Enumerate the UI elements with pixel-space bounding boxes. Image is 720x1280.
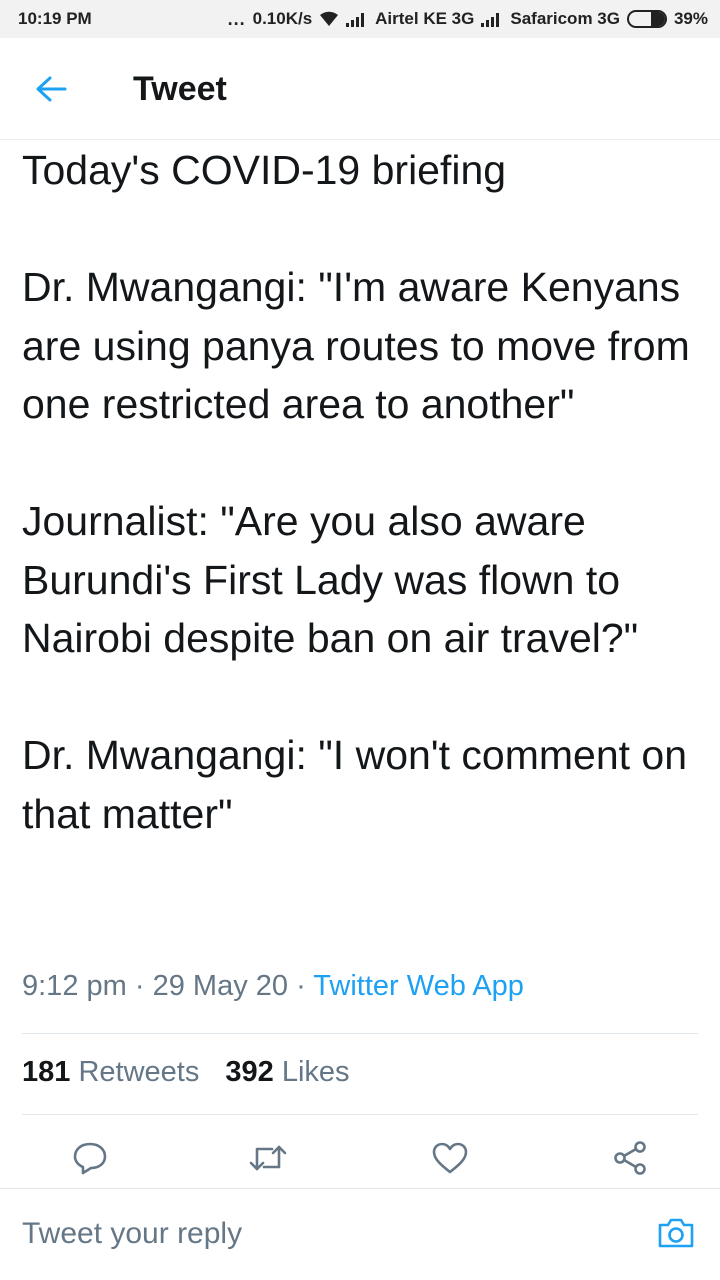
tweet-paragraph: Dr. Mwangangi: "I'm aware Kenyans are us… <box>22 264 690 427</box>
tweet-meta: 9:12 pm · 29 May 20 · Twitter Web App <box>22 970 524 1003</box>
signal-icon <box>481 11 503 27</box>
battery-icon <box>626 10 667 28</box>
tweet-stats: 181 Retweets 392 Likes <box>22 1056 368 1089</box>
back-arrow-icon <box>35 75 67 108</box>
status-indicators: ... 0.10K/s Airtel KE 3G Safaricom 3G 39… <box>228 9 708 30</box>
like-button[interactable] <box>428 1138 472 1182</box>
reply-input[interactable]: Tweet your reply <box>22 1217 242 1251</box>
page-title: Tweet <box>133 70 227 108</box>
carrier-1: Airtel KE 3G <box>375 9 475 28</box>
tweet-date: 29 May 20 <box>152 970 289 1002</box>
divider <box>22 1114 698 1115</box>
share-icon <box>611 1140 649 1181</box>
status-dots: ... <box>227 8 246 29</box>
likes-label: Likes <box>281 1056 350 1088</box>
tweet-actions <box>0 1130 720 1188</box>
tweet-text: Today's COVID-19 briefing Dr. Mwangangi:… <box>22 141 702 843</box>
divider <box>22 1033 698 1034</box>
share-button[interactable] <box>608 1138 652 1182</box>
wifi-icon <box>319 11 339 27</box>
status-bar: 10:19 PM ... 0.10K/s Airtel KE 3G Safari… <box>0 0 720 38</box>
top-bar: Tweet <box>0 38 720 140</box>
camera-button[interactable] <box>654 1213 698 1257</box>
battery-level <box>650 12 665 26</box>
retweets-stat[interactable]: 181 Retweets <box>22 1056 199 1089</box>
retweet-button[interactable] <box>246 1138 290 1182</box>
tweet-paragraph: Journalist: "Are you also aware Burundi'… <box>22 498 639 661</box>
reply-button[interactable] <box>68 1138 112 1182</box>
retweets-count: 181 <box>22 1056 71 1088</box>
signal-icon <box>346 11 368 27</box>
tweet-paragraph: Today's COVID-19 briefing <box>22 147 507 193</box>
likes-stat[interactable]: 392 Likes <box>225 1056 349 1089</box>
network-speed: 0.10K/s <box>252 9 313 28</box>
status-time: 10:19 PM <box>18 9 92 28</box>
like-icon <box>431 1141 469 1180</box>
separator: · <box>134 970 145 1002</box>
tweet-paragraph: Dr. Mwangangi: "I won't comment on that … <box>22 732 688 837</box>
battery-percent: 39% <box>673 9 708 28</box>
separator: · <box>296 970 306 1002</box>
back-button[interactable] <box>28 68 74 114</box>
carrier-2: Safaricom 3G <box>510 9 620 28</box>
reply-icon <box>72 1141 108 1180</box>
reply-bar: Tweet your reply <box>0 1188 720 1280</box>
likes-count: 392 <box>225 1056 274 1088</box>
tweet-source-link[interactable]: Twitter Web App <box>313 970 524 1002</box>
retweets-label: Retweets <box>78 1056 200 1088</box>
retweet-icon <box>248 1143 288 1178</box>
tweet-time: 9:12 pm <box>22 970 127 1002</box>
camera-icon <box>656 1216 696 1255</box>
